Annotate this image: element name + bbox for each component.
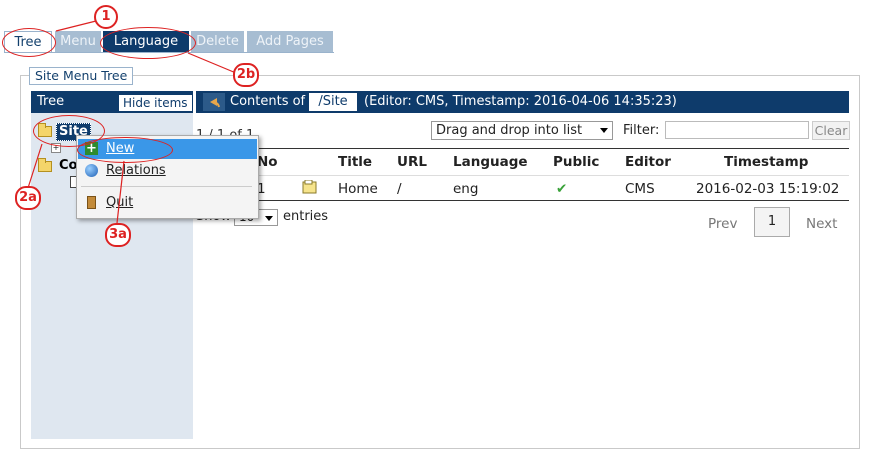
annotation-badge-2a: 2a — [15, 186, 41, 210]
annotation-badge-2b: 2b — [233, 63, 259, 87]
annotation-badge-1: 1 — [94, 5, 118, 29]
annotation-badge-3a: 3a — [105, 223, 131, 247]
